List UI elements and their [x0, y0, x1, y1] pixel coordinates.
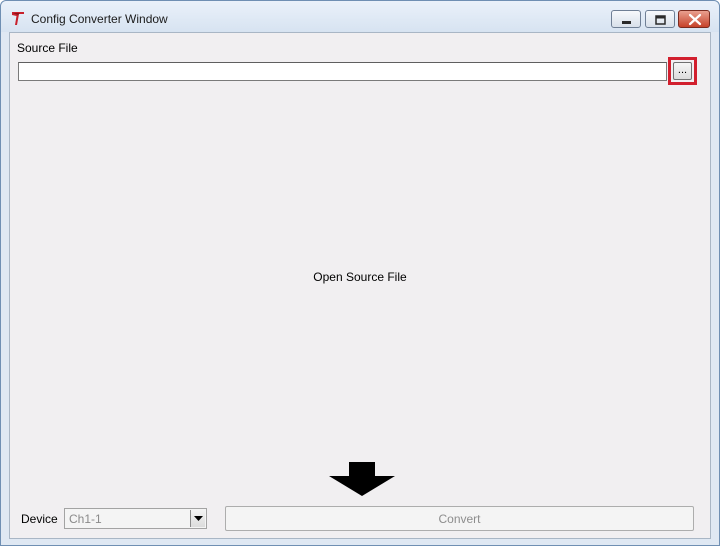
source-file-input[interactable] — [18, 62, 667, 81]
device-dropdown[interactable]: Ch1-1 — [64, 508, 207, 529]
app-logo-icon — [10, 10, 26, 26]
device-label: Device — [21, 512, 58, 526]
maximize-icon — [655, 15, 666, 25]
chevron-down-icon — [194, 516, 203, 521]
arrow-down-icon — [329, 462, 395, 496]
convert-button[interactable]: Convert — [225, 506, 694, 531]
browse-button[interactable]: ... — [673, 62, 692, 80]
window-title: Config Converter Window — [31, 12, 168, 26]
close-icon — [688, 13, 702, 26]
title-bar[interactable]: Config Converter Window — [1, 1, 719, 32]
dropdown-button[interactable] — [190, 510, 205, 527]
app-window: Config Converter Window Source File ... … — [0, 0, 720, 546]
close-button[interactable] — [678, 10, 710, 28]
browse-highlight: ... — [668, 57, 697, 85]
source-file-label: Source File — [17, 41, 78, 55]
client-area: Source File ... Open Source File Device … — [9, 32, 711, 539]
device-selected-value: Ch1-1 — [69, 512, 102, 526]
maximize-button[interactable] — [645, 10, 675, 28]
minimize-icon — [622, 21, 631, 24]
open-source-file-message: Open Source File — [313, 270, 407, 284]
minimize-button[interactable] — [611, 10, 641, 28]
